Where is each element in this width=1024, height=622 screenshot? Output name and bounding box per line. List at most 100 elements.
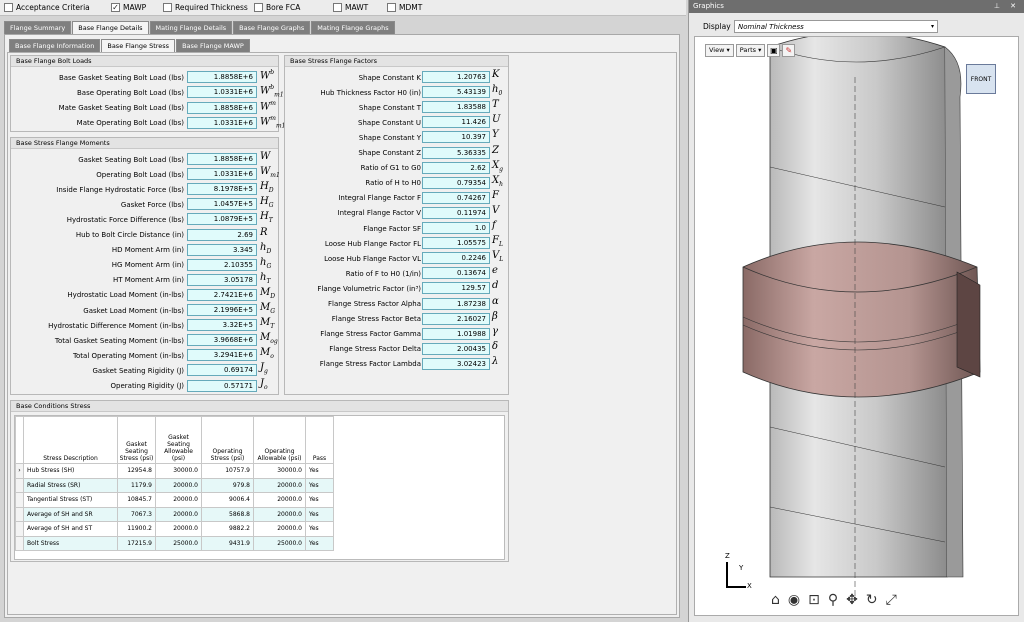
- field-value[interactable]: 2.7421E+6: [187, 288, 257, 301]
- field-value[interactable]: 1.0331E+6: [187, 116, 257, 129]
- field-value[interactable]: 0.13674: [422, 267, 490, 280]
- zoom-icon[interactable]: ⚲: [828, 592, 838, 608]
- field-value[interactable]: 3.2941E+6: [187, 349, 257, 362]
- display-dropdown[interactable]: Nominal Thickness ▾: [734, 20, 938, 33]
- field-value[interactable]: 129.57: [422, 282, 490, 295]
- fit-icon[interactable]: ⤢: [886, 592, 897, 608]
- row-selector[interactable]: ›: [15, 463, 24, 479]
- field-value[interactable]: 2.62: [422, 161, 490, 174]
- save-icon[interactable]: ▣: [767, 44, 781, 57]
- field-value[interactable]: 3.9668E+6: [187, 334, 257, 347]
- tab-flange-summary[interactable]: Flange Summary: [4, 21, 72, 34]
- col-header-gs-stress[interactable]: Gasket Seating Stress (psi): [117, 416, 156, 464]
- field-value[interactable]: 3.05178: [187, 273, 257, 286]
- tab-base-flange-information[interactable]: Base Flange Information: [9, 39, 101, 52]
- table-row[interactable]: Tangential Stress (ST) 10845.7 20000.0 9006…: [15, 492, 334, 508]
- field-value[interactable]: 1.0457E+5: [187, 198, 257, 211]
- field-value[interactable]: 1.0331E+6: [187, 168, 257, 181]
- col-header-op-allowable[interactable]: Operating Allowable (psi): [253, 416, 306, 464]
- col-header-gs-allowable[interactable]: Gasket Seating Allowable (psi): [155, 416, 202, 464]
- table-row[interactable]: Average of SH and SR 7067.3 20000.0 5868.8 2…: [15, 506, 334, 522]
- field-value[interactable]: 2.00435: [422, 342, 490, 355]
- table-row[interactable]: Radial Stress (SR) 1179.9 20000.0 979.8 2000…: [15, 477, 334, 493]
- checkbox-box[interactable]: [387, 3, 396, 12]
- symbol-label: FL: [492, 235, 503, 249]
- checkbox-box-checked[interactable]: ✓: [111, 3, 120, 12]
- rotate-icon[interactable]: ↻: [866, 592, 878, 608]
- field-value[interactable]: 0.74267: [422, 191, 490, 204]
- field-value[interactable]: 1.8858E+6: [187, 153, 257, 165]
- flange-3d-model[interactable]: [695, 37, 1019, 616]
- field-value[interactable]: 0.69174: [187, 364, 257, 377]
- field-value[interactable]: 0.11974: [422, 206, 490, 219]
- stress-description-cell: Radial Stress (SR): [23, 477, 118, 493]
- pass-cell: Yes: [305, 506, 334, 522]
- field-value[interactable]: 3.02423: [422, 357, 490, 370]
- pin-icon[interactable]: ⊥: [994, 0, 1000, 13]
- field-value[interactable]: 5.36335: [422, 146, 490, 159]
- field-value[interactable]: 3.345: [187, 243, 257, 256]
- field-value[interactable]: 1.8858E+6: [187, 101, 257, 114]
- tab-base-flange-stress[interactable]: Base Flange Stress: [101, 39, 176, 52]
- field-value[interactable]: 2.10355: [187, 258, 257, 271]
- row-selector[interactable]: [15, 477, 24, 493]
- view-cube[interactable]: FRONT: [966, 64, 996, 94]
- tab-base-flange-graphs[interactable]: Base Flange Graphs: [233, 21, 311, 34]
- table-row[interactable]: Bolt Stress 17215.9 25000.0 9431.9 25000.0 Ye…: [15, 535, 334, 551]
- checkbox-box[interactable]: [333, 3, 342, 12]
- tab-mating-flange-details[interactable]: Mating Flange Details: [149, 21, 233, 34]
- field-value[interactable]: 1.01988: [422, 327, 490, 340]
- row-selector[interactable]: [15, 521, 24, 537]
- required-thickness-checkbox[interactable]: Required Thickness: [163, 3, 248, 12]
- field-value[interactable]: 8.1978E+5: [187, 183, 257, 196]
- field-value[interactable]: 2.69: [187, 228, 257, 241]
- field-value[interactable]: 1.8858E+6: [187, 71, 257, 83]
- view-menu-button[interactable]: View ▾: [705, 44, 734, 57]
- stress-value-cell: 11900.2: [117, 521, 156, 537]
- field-value[interactable]: 2.16027: [422, 312, 490, 325]
- pan-icon[interactable]: ✥: [846, 592, 858, 608]
- group-title: Base Stress Flange Moments: [11, 138, 278, 149]
- field-value[interactable]: 3.32E+5: [187, 319, 257, 332]
- checkbox-box[interactable]: [254, 3, 263, 12]
- row-selector[interactable]: [15, 492, 24, 508]
- col-header-pass[interactable]: Pass: [305, 416, 334, 464]
- table-row[interactable]: › Hub Stress (SH) 12954.8 30000.0 10757.9 300…: [15, 463, 334, 479]
- field-value[interactable]: 0.79354: [422, 176, 490, 189]
- field-value[interactable]: 1.20763: [422, 71, 490, 83]
- field-value[interactable]: 1.0: [422, 222, 490, 234]
- home-icon[interactable]: ⌂: [771, 592, 780, 608]
- checkbox-box[interactable]: [4, 3, 13, 12]
- col-header-description[interactable]: Stress Description: [23, 416, 118, 464]
- pin-view-icon[interactable]: ✎: [782, 44, 796, 57]
- tab-base-flange-details[interactable]: Base Flange Details: [72, 21, 149, 34]
- field-value[interactable]: 2.1996E+5: [187, 304, 257, 316]
- tab-base-flange-mawp[interactable]: Base Flange MAWP: [176, 39, 250, 52]
- field-value[interactable]: 1.05575: [422, 237, 490, 250]
- field-value[interactable]: 11.426: [422, 116, 490, 129]
- zoom-window-icon[interactable]: ⊡: [808, 592, 820, 608]
- row-selector[interactable]: [15, 506, 24, 522]
- acceptance-criteria-checkbox[interactable]: Acceptance Criteria: [4, 3, 90, 12]
- look-icon[interactable]: ◉: [788, 592, 800, 608]
- field-value[interactable]: 5.43139: [422, 86, 490, 99]
- col-header-op-stress[interactable]: Operating Stress (psi): [201, 416, 254, 464]
- mdmt-checkbox[interactable]: MDMT: [387, 3, 422, 12]
- field-value[interactable]: 0.2246: [422, 252, 490, 265]
- parts-menu-button[interactable]: Parts ▾: [735, 44, 766, 57]
- field-value[interactable]: 0.57171: [187, 379, 257, 392]
- tab-mating-flange-graphs[interactable]: Mating Flange Graphs: [311, 21, 395, 34]
- table-row[interactable]: Average of SH and ST 11900.2 20000.0 9882.2…: [15, 521, 334, 537]
- bore-fca-checkbox[interactable]: Bore FCA: [254, 3, 300, 12]
- close-icon[interactable]: ✕: [1010, 0, 1016, 13]
- graphics-viewport[interactable]: [694, 36, 1019, 616]
- field-value[interactable]: 1.0331E+6: [187, 86, 257, 99]
- field-value[interactable]: 1.87238: [422, 297, 490, 310]
- field-value[interactable]: 1.83588: [422, 101, 490, 114]
- row-selector[interactable]: [15, 535, 24, 551]
- mawp-checkbox[interactable]: ✓ MAWP: [111, 3, 146, 12]
- checkbox-box[interactable]: [163, 3, 172, 12]
- field-value[interactable]: 1.0879E+5: [187, 213, 257, 226]
- field-value[interactable]: 10.397: [422, 131, 490, 144]
- mawt-checkbox[interactable]: MAWT: [333, 3, 368, 12]
